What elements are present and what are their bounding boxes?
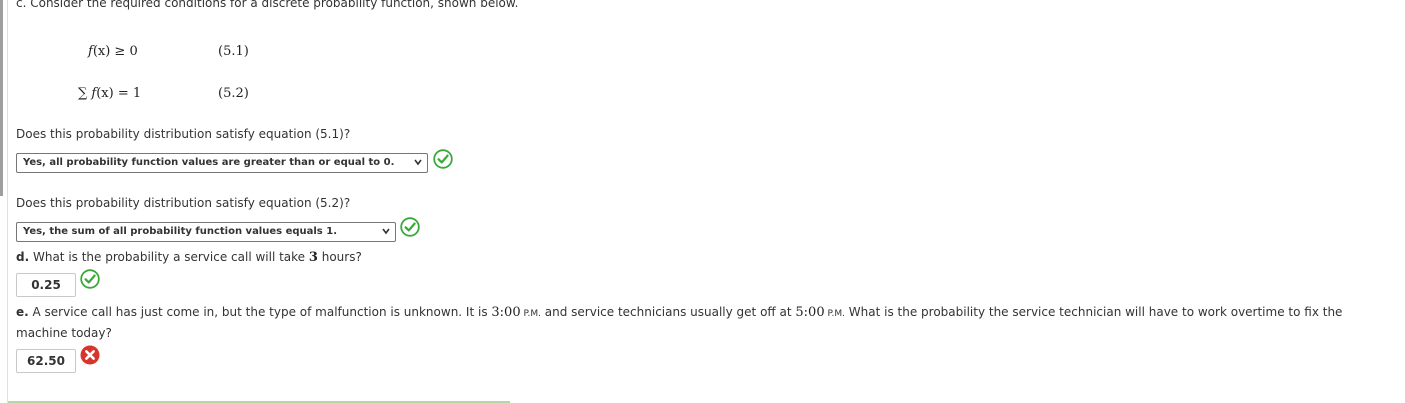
chevron-down-icon: [382, 228, 390, 235]
eq-5-2-dropdown[interactable]: Yes, the sum of all probability function…: [16, 222, 396, 242]
part-d-text-pre: What is the probability a service call w…: [29, 250, 309, 264]
equation-5-1-number: (5.1): [218, 44, 249, 59]
part-e-text-3: What is the probability the service tech…: [844, 305, 1343, 319]
eq2-rest: (x) = 1: [96, 86, 142, 101]
part-d-answer-input[interactable]: 0.25: [16, 273, 76, 297]
part-e-pm-2: P.M.: [824, 309, 845, 319]
part-e-answer-input[interactable]: 62.50: [16, 349, 76, 373]
part-e-time-1: 3:00: [491, 305, 521, 320]
x-circle-icon: [80, 345, 100, 365]
check-circle-icon: [400, 217, 420, 237]
part-e-text-2: and service technicians usually get off …: [540, 305, 796, 319]
equation-5-2-number: (5.2): [218, 86, 249, 101]
part-c-intro: c. Consider the required conditions for …: [16, 0, 519, 10]
question-5-1: Does this probability distribution satis…: [16, 127, 351, 141]
part-e-question-line-2: machine today?: [16, 326, 112, 340]
eq-5-1-selected: Yes, all probability function values are…: [23, 157, 395, 168]
scroll-indicator: [0, 0, 3, 196]
part-d-text-post: hours?: [317, 250, 362, 264]
eq-5-2-selected: Yes, the sum of all probability function…: [23, 226, 337, 237]
eq-5-1-dropdown[interactable]: Yes, all probability function values are…: [16, 153, 428, 173]
question-5-2: Does this probability distribution satis…: [16, 196, 351, 210]
part-d-label: d.: [16, 250, 30, 264]
part-e-text-1: A service call has just come in, but the…: [28, 305, 492, 319]
part-e-time-2: 5:00: [795, 305, 825, 320]
check-circle-icon: [433, 149, 453, 169]
eq2-sigma: ∑: [78, 86, 88, 101]
part-e-pm-1: P.M.: [520, 309, 541, 319]
part-e-label: e.: [16, 305, 29, 319]
part-e-question-line-1: e. A service call has just come in, but …: [16, 305, 1342, 320]
content-left-border: [7, 0, 8, 403]
chevron-down-icon: [414, 159, 422, 166]
check-circle-icon: [80, 269, 100, 289]
part-d-question: d. What is the probability a service cal…: [16, 250, 362, 265]
eq1-rest: (x) ≥ 0: [92, 44, 138, 59]
equation-5-2: ∑ f(x) = 1: [78, 86, 141, 101]
part-d-hours: 3: [308, 250, 318, 265]
equation-5-1: f(x) ≥ 0: [88, 44, 138, 59]
